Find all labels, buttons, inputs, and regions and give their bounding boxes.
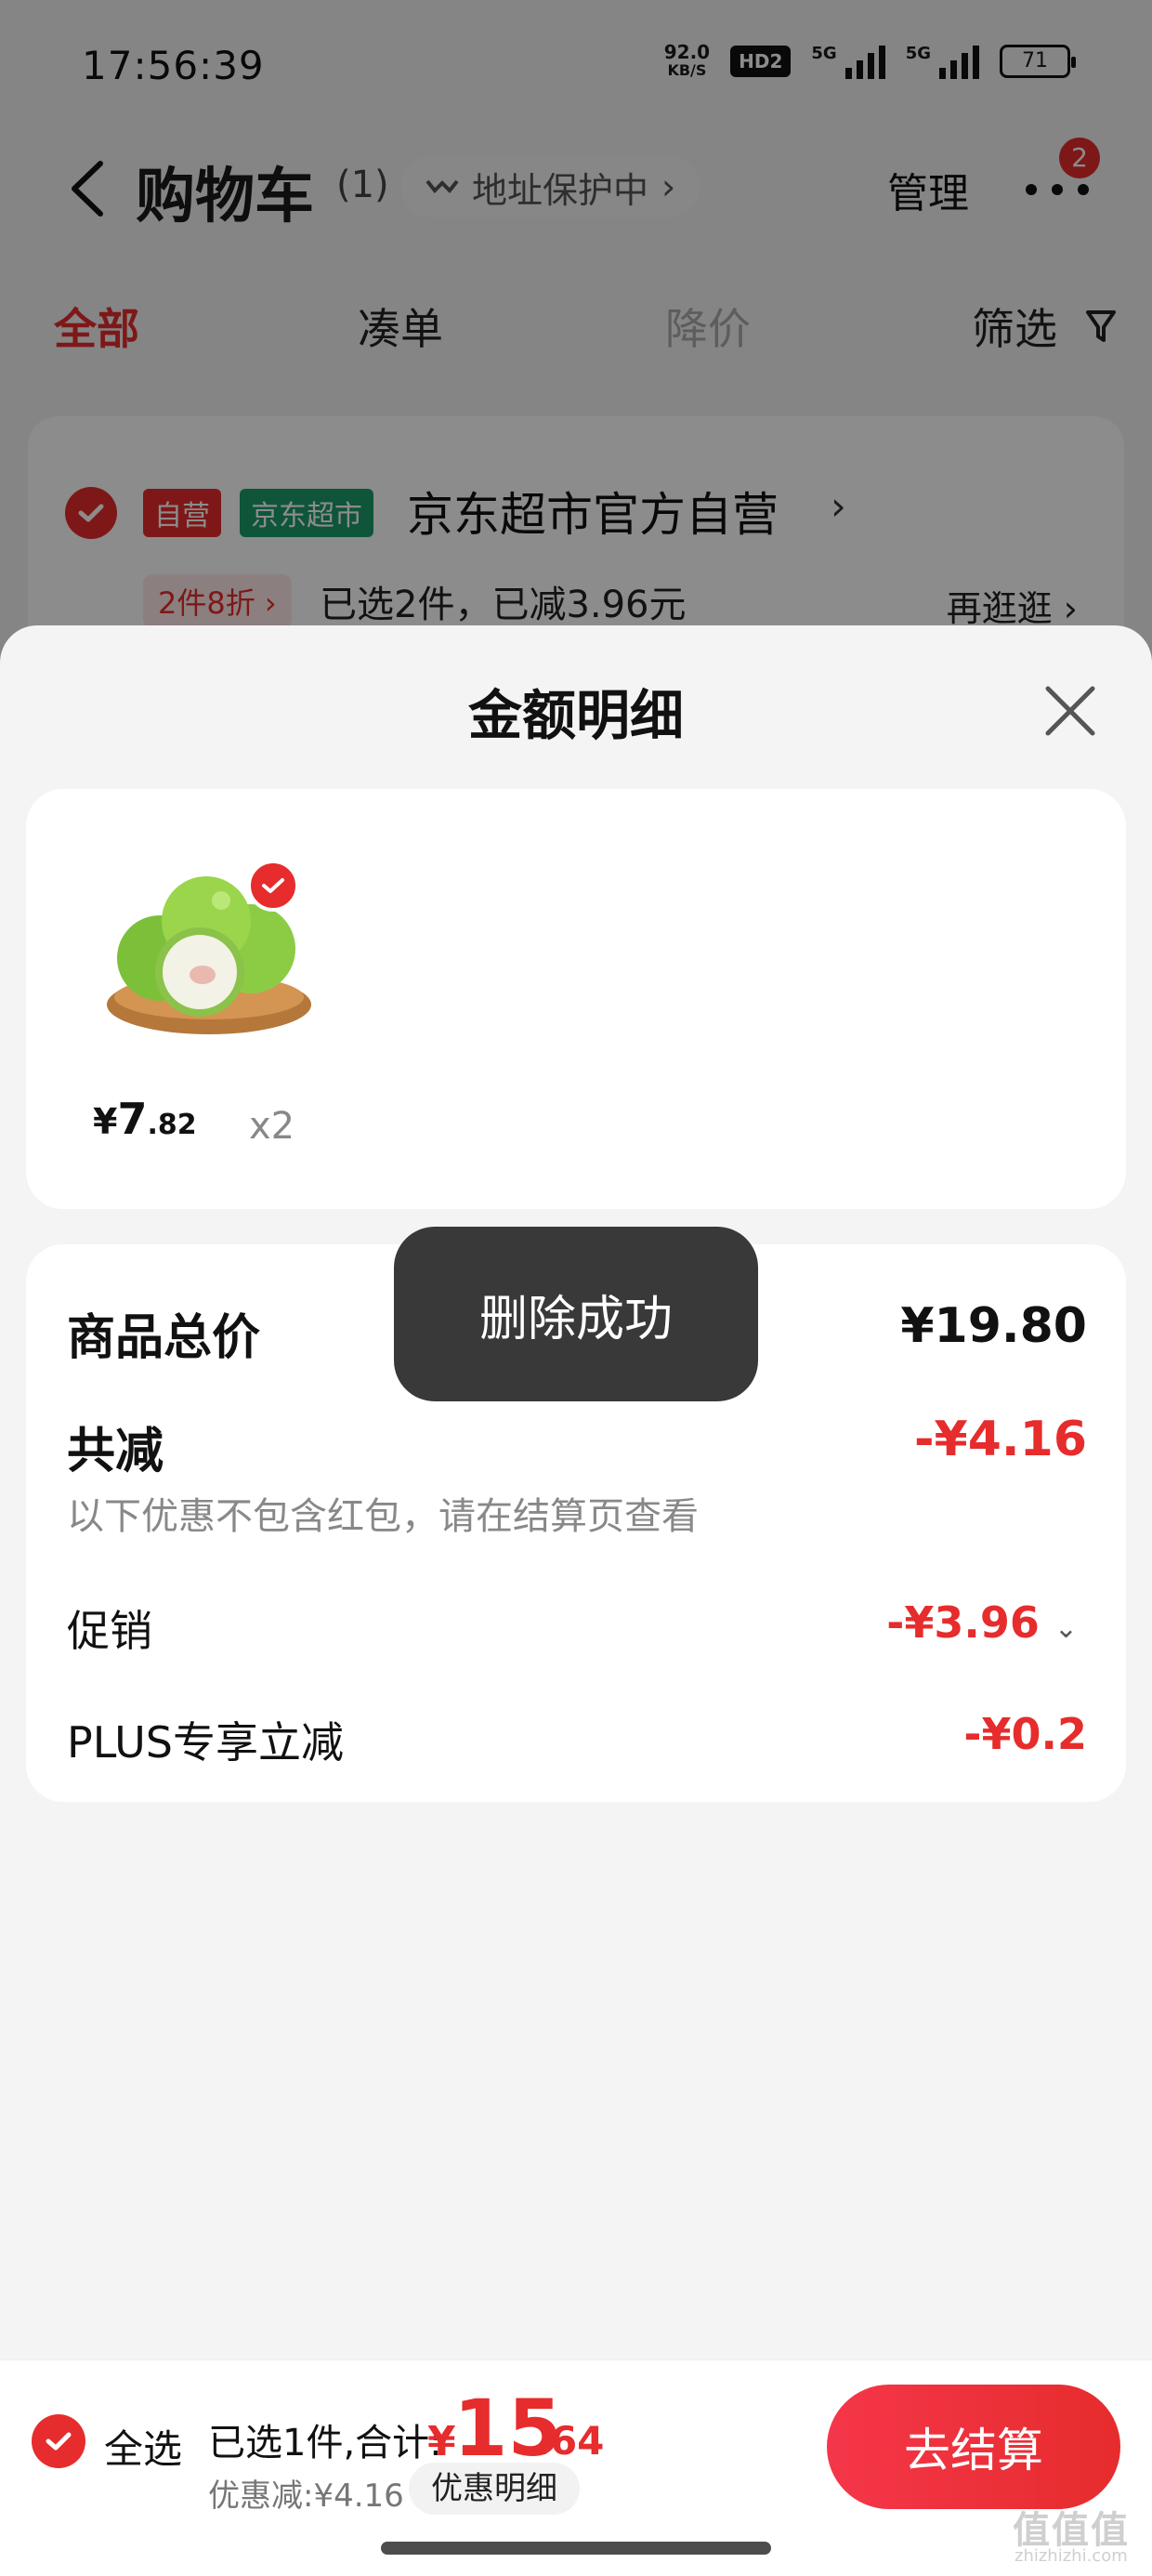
promo-label: 促销 (67, 1606, 152, 1656)
watermark-url: zhizhizhi.com (1015, 2546, 1128, 2566)
selected-summary: 已选1件,合计: (208, 2422, 442, 2464)
total-currency: ¥ (427, 2418, 456, 2465)
promo-value-amount: -¥3.96 (886, 1597, 1040, 1648)
discount-summary: 优惠减:¥4.16 (208, 2477, 404, 2515)
select-all-label[interactable]: 全选 (104, 2418, 182, 2475)
discount-detail-button[interactable]: 优惠明细 (409, 2463, 580, 2515)
total-decimal: .64 (535, 2418, 605, 2464)
product-price: ¥7.82 (93, 1094, 197, 1144)
items-card: ¥7.82 x2 (26, 789, 1126, 1209)
reduce-value: -¥4.16 (913, 1412, 1087, 1467)
home-indicator[interactable] (381, 2542, 771, 2555)
product-check-icon[interactable] (247, 860, 299, 912)
sheet-title: 金额明细 (467, 684, 684, 747)
select-all-check-icon[interactable] (32, 2414, 85, 2468)
total-label: 商品总价 (67, 1310, 261, 1366)
amount-detail-sheet: 金额明细 ¥7.82 x2 商品总价 ¥19.80 共减 -¥4.16 以下优惠… (0, 625, 1152, 2359)
chevron-down-icon: ⌄ (1054, 1612, 1078, 1645)
discount-note: 以下优惠不包含红包，请在结算页查看 (67, 1495, 699, 1538)
reduce-label: 共减 (67, 1424, 164, 1479)
checkout-button[interactable]: 去结算 (827, 2385, 1120, 2509)
product-quantity: x2 (249, 1105, 295, 1148)
total-value: ¥19.80 (900, 1298, 1087, 1354)
price-integer: 7 (117, 1094, 148, 1144)
toast-message: 删除成功 (394, 1227, 758, 1401)
price-currency: ¥ (93, 1101, 118, 1142)
plus-label: PLUS专享立减 (67, 1717, 344, 1768)
promo-value[interactable]: -¥3.96 ⌄ (886, 1597, 1078, 1648)
price-decimal: .82 (147, 1109, 197, 1141)
close-icon[interactable] (1041, 681, 1100, 741)
plus-value: -¥0.2 (963, 1709, 1087, 1759)
